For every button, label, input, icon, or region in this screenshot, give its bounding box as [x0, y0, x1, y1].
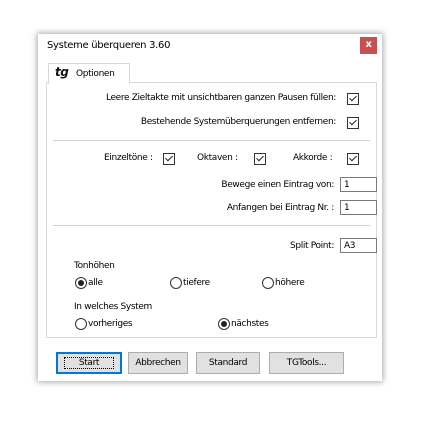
separator [53, 225, 370, 226]
bewege-label: Bewege einen Eintrag von: [221, 180, 334, 190]
akkorde-label: Akkorde : [293, 153, 333, 163]
anfangen-input[interactable]: 1 [340, 200, 377, 215]
abbrechen-button[interactable]: Abbrechen [128, 352, 188, 374]
radio-vorheriges[interactable] [75, 318, 87, 330]
radio-alle[interactable] [75, 277, 87, 289]
system-group-title: In welches System [74, 302, 152, 312]
einzeltoene-label: Einzeltöne : [104, 153, 153, 163]
split-point-label: Split Point: [290, 241, 334, 251]
oktaven-label: Oktaven : [197, 153, 238, 163]
akkorde-checkbox[interactable] [347, 153, 359, 165]
radio-naechstes-label: nächstes [231, 319, 269, 329]
split-point-input[interactable]: A3 [340, 238, 377, 253]
tab-optionen[interactable]: tg Optionen [48, 63, 130, 84]
tab-label: Optionen [76, 69, 115, 79]
radio-hoehere-label: höhere [275, 278, 305, 288]
title-bar: Systeme überqueren 3.60 x [38, 34, 382, 58]
tgtools-button[interactable]: TGTools... [269, 352, 344, 374]
dialog-window: Systeme überqueren 3.60 x tg Optionen Le… [38, 34, 382, 381]
radio-tiefere-label: tiefere [183, 278, 210, 288]
tg-logo-icon: tg [55, 65, 69, 79]
radio-hoehere[interactable] [262, 277, 274, 289]
einzeltoene-checkbox[interactable] [163, 153, 175, 165]
start-button[interactable]: Start [56, 352, 122, 374]
oktaven-checkbox[interactable] [254, 153, 266, 165]
standard-button[interactable]: Standard [196, 352, 260, 374]
separator [53, 140, 370, 141]
leere-zieltakte-checkbox[interactable] [347, 93, 359, 105]
bewege-input[interactable]: 1 [340, 177, 377, 192]
close-icon[interactable]: x [360, 37, 377, 54]
window-title: Systeme überqueren 3.60 [47, 40, 171, 51]
options-panel: Leere Zieltakte mit unsichtbaren ganzen … [46, 82, 377, 338]
bestehende-label: Bestehende Systemüberquerungen entfernen… [140, 117, 336, 127]
leere-zieltakte-label: Leere Zieltakte mit unsichtbaren ganzen … [105, 93, 336, 103]
radio-tiefere[interactable] [170, 277, 182, 289]
anfangen-label: Anfangen bei Eintrag Nr. : [226, 203, 335, 213]
bestehende-checkbox[interactable] [347, 117, 359, 129]
radio-vorheriges-label: vorheriges [88, 319, 133, 329]
tonhoehen-group-title: Tonhöhen [74, 261, 115, 271]
radio-alle-label: alle [88, 278, 103, 288]
radio-naechstes[interactable] [218, 318, 230, 330]
